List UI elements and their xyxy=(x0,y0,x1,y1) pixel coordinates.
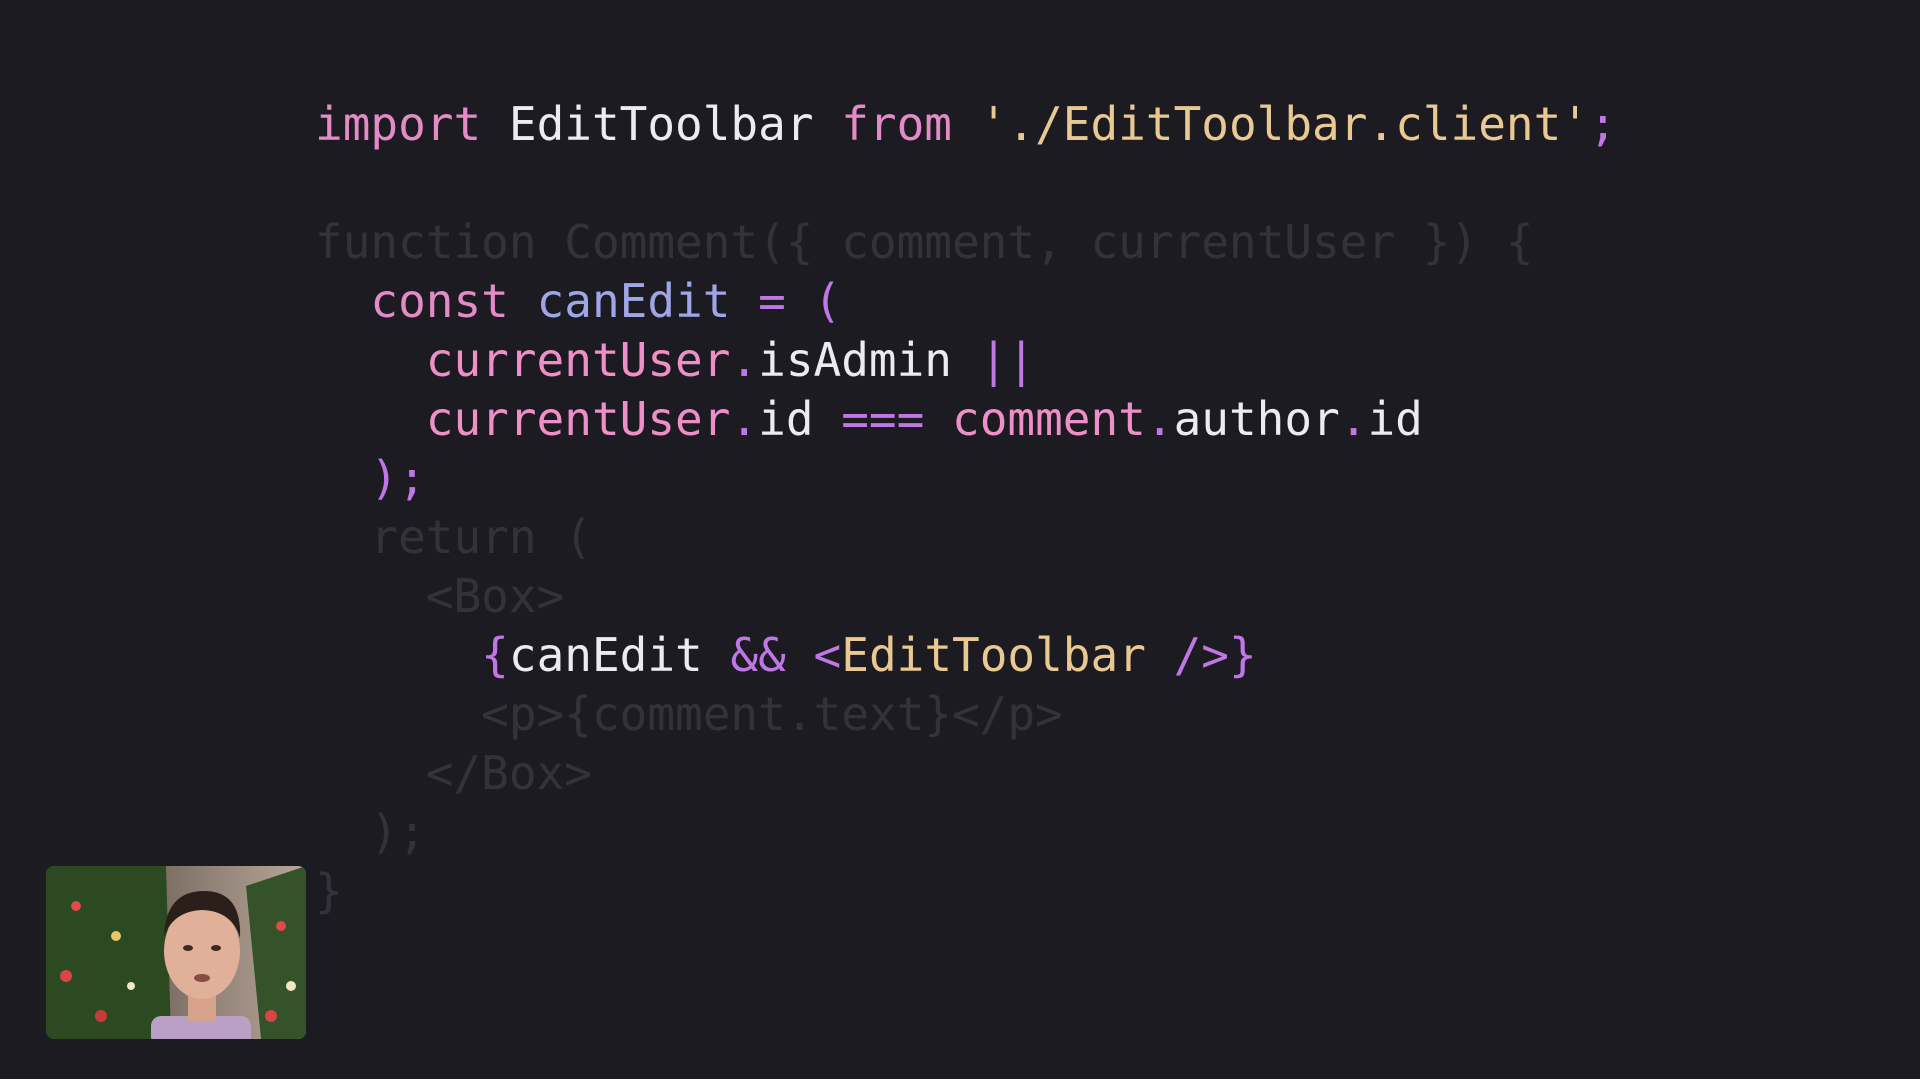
code-token: comment xyxy=(952,392,1146,446)
code-token: <p>{comment.text}</p> xyxy=(315,687,1063,741)
code-token: </Box> xyxy=(315,746,592,800)
code-line: import EditToolbar from './EditToolbar.c… xyxy=(315,95,1617,154)
code-line: const canEdit = ( xyxy=(315,272,841,331)
code-line: <p>{comment.text}</p> xyxy=(315,685,1063,744)
code-token: return ( xyxy=(315,510,592,564)
code-token: canEdit xyxy=(536,274,731,328)
code-token: function Comment({ comment, currentUser … xyxy=(315,215,1534,269)
code-token: ; xyxy=(1588,97,1617,151)
code-line: currentUser.id === comment.author.id xyxy=(315,390,1423,449)
code-token: . xyxy=(1145,392,1174,446)
code-token: { xyxy=(481,628,509,682)
code-token: canEdit xyxy=(508,628,703,682)
code-line: </Box> xyxy=(315,744,592,803)
code-token: const xyxy=(370,274,509,328)
webcam-video-image xyxy=(46,866,306,1039)
code-line: currentUser.isAdmin || xyxy=(315,331,1035,390)
code-token: isAdmin xyxy=(758,333,952,387)
code-token: } xyxy=(1228,628,1257,682)
code-token: EditToolbar xyxy=(508,97,814,151)
code-line: } xyxy=(315,862,343,921)
code-token: <Box> xyxy=(315,569,565,623)
slide: import EditToolbar from './EditToolbar.c… xyxy=(0,0,1920,1079)
code-token: EditToolbar xyxy=(841,628,1146,682)
code-line: {canEdit && <EditToolbar />} xyxy=(315,626,1257,685)
presenter-webcam xyxy=(46,866,306,1039)
code-line: <Box> xyxy=(315,567,564,626)
code-token: currentUser xyxy=(425,333,731,387)
code-token: === xyxy=(841,392,925,446)
code-token: . xyxy=(730,392,759,446)
code-line: return ( xyxy=(315,508,592,567)
code-token: currentUser xyxy=(425,392,731,446)
code-token: './EditToolbar.client' xyxy=(979,97,1589,151)
code-token: . xyxy=(1339,392,1368,446)
code-token: author xyxy=(1173,392,1340,446)
code-token: ); xyxy=(315,805,426,859)
code-token: || xyxy=(979,333,1036,387)
code-token: } xyxy=(315,864,343,918)
code-token: id xyxy=(1367,392,1423,446)
code-line: ); xyxy=(315,449,426,508)
code-token: && xyxy=(730,628,786,682)
code-token: . xyxy=(730,333,759,387)
code-token: import xyxy=(315,97,482,151)
code-token: id xyxy=(758,392,814,446)
code-line: function Comment({ comment, currentUser … xyxy=(315,213,1534,272)
code-token: from xyxy=(841,97,952,151)
code-token: /> xyxy=(1173,628,1229,682)
code-line: ); xyxy=(315,803,426,862)
code-token: = xyxy=(758,274,786,328)
code-token: ); xyxy=(370,451,426,505)
code-token: < xyxy=(813,628,842,682)
code-token: ( xyxy=(813,274,842,328)
